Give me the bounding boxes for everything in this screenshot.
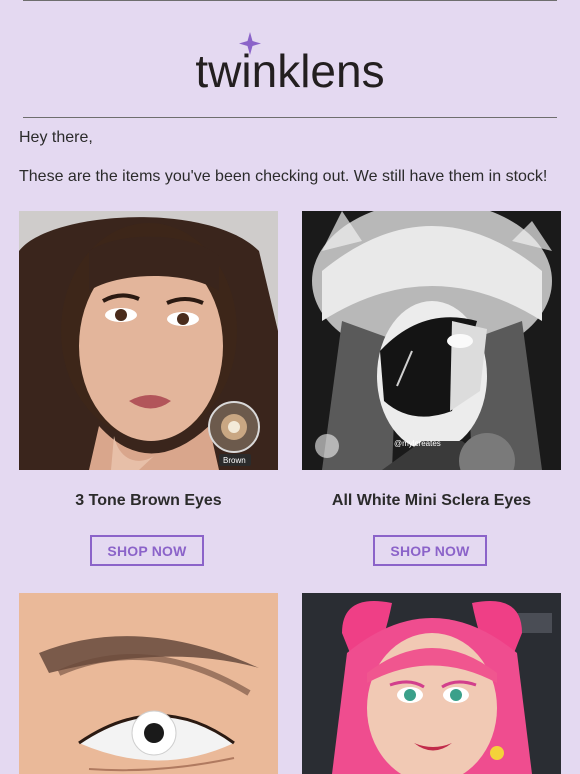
- lens-color-label: Brown: [223, 456, 246, 465]
- header-divider: [23, 117, 557, 118]
- product-image-4[interactable]: [302, 593, 561, 774]
- product-title-2[interactable]: All White Mini Sclera Eyes: [302, 491, 561, 511]
- product-image-1[interactable]: Brown: [19, 211, 278, 470]
- product-image-3[interactable]: [19, 593, 278, 774]
- shop-now-button-2[interactable]: SHOP NOW: [373, 535, 487, 566]
- greeting-text: Hey there,: [19, 129, 93, 146]
- photo-watermark: @mylcreates: [394, 439, 441, 448]
- top-divider: [23, 0, 557, 1]
- product-image-2[interactable]: @mylcreates: [302, 211, 561, 470]
- email-page: twinklens Hey there, These are the items…: [0, 0, 580, 774]
- product-title-1[interactable]: 3 Tone Brown Eyes: [19, 491, 278, 511]
- brand-logo[interactable]: twinklens: [0, 30, 580, 100]
- logo-wordmark: twinklens: [195, 45, 384, 97]
- shop-now-button-1[interactable]: SHOP NOW: [90, 535, 204, 566]
- intro-text: These are the items you've been checking…: [19, 168, 548, 185]
